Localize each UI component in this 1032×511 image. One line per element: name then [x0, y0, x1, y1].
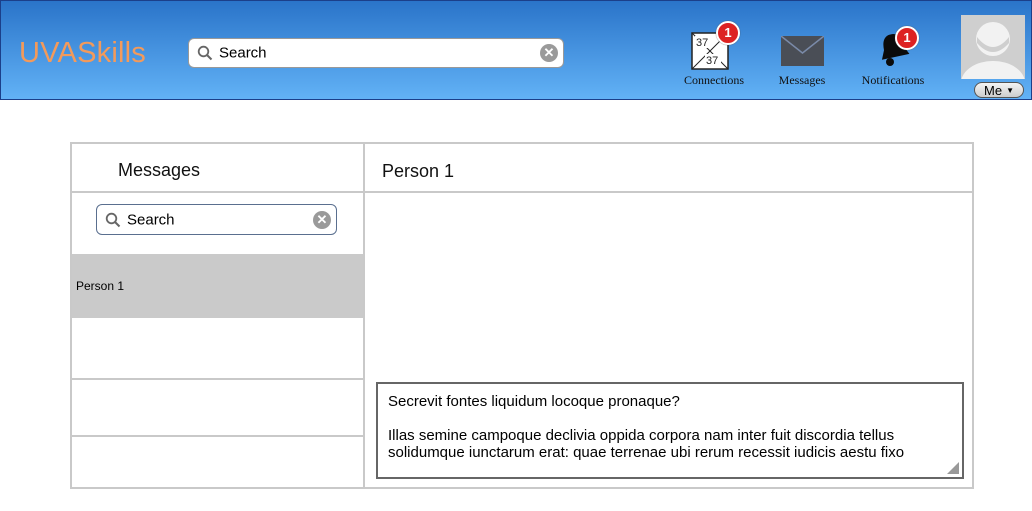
clear-search-icon[interactable]: ✕: [540, 44, 558, 62]
message-textarea[interactable]: Secrevit fontes liquidum locoque pronaqu…: [376, 382, 964, 479]
envelope-icon: [781, 36, 824, 66]
me-menu-button[interactable]: Me ▼: [974, 82, 1024, 98]
svg-text:37: 37: [696, 37, 708, 49]
nav-connections[interactable]: 37 37 1 Connections: [681, 21, 747, 91]
conversation-item[interactable]: [72, 320, 363, 378]
column-divider: [363, 144, 365, 487]
search-icon: [197, 45, 213, 61]
top-bar: UVASkills Search ✕ 37 37 1 Connections M…: [0, 0, 1032, 100]
resize-grip-icon[interactable]: [947, 462, 959, 474]
conversation-name: Person 1: [76, 279, 125, 293]
svg-text:37: 37: [706, 55, 718, 67]
search-placeholder: Search: [127, 211, 175, 228]
message-line: Secrevit fontes liquidum locoque pronaqu…: [388, 393, 680, 410]
notifications-badge: 1: [895, 26, 919, 50]
avatar[interactable]: [961, 15, 1025, 79]
messages-label: Messages: [778, 73, 826, 87]
conversation-item[interactable]: [72, 380, 363, 435]
conversation-item[interactable]: [72, 437, 363, 487]
search-placeholder: Search: [219, 44, 267, 62]
notifications-label: Notifications: [861, 73, 925, 87]
header-divider: [72, 191, 972, 193]
me-label: Me: [984, 83, 1003, 98]
clear-search-icon[interactable]: ✕: [313, 210, 331, 229]
messages-heading: Messages: [118, 160, 201, 180]
connections-label: Connections: [684, 73, 744, 87]
global-search-input[interactable]: Search ✕: [188, 38, 564, 68]
message-line: Illas semine campoque declivia oppida co…: [388, 427, 905, 461]
connections-badge: 1: [716, 21, 740, 45]
app-logo[interactable]: UVASkills: [19, 37, 146, 70]
nav-notifications[interactable]: 1 Notifications: [859, 21, 927, 91]
conversation-title: Person 1: [382, 161, 455, 181]
conversation-search-input[interactable]: Search ✕: [96, 204, 337, 235]
caret-down-icon: ▼: [1006, 86, 1014, 95]
user-silhouette-icon: [961, 15, 1025, 79]
conversation-item[interactable]: Person 1: [72, 254, 363, 318]
nav-messages[interactable]: Messages: [773, 21, 831, 91]
search-icon: [105, 212, 121, 227]
messaging-panel: Messages Person 1 Search ✕ Person 1 Secr…: [70, 142, 974, 489]
